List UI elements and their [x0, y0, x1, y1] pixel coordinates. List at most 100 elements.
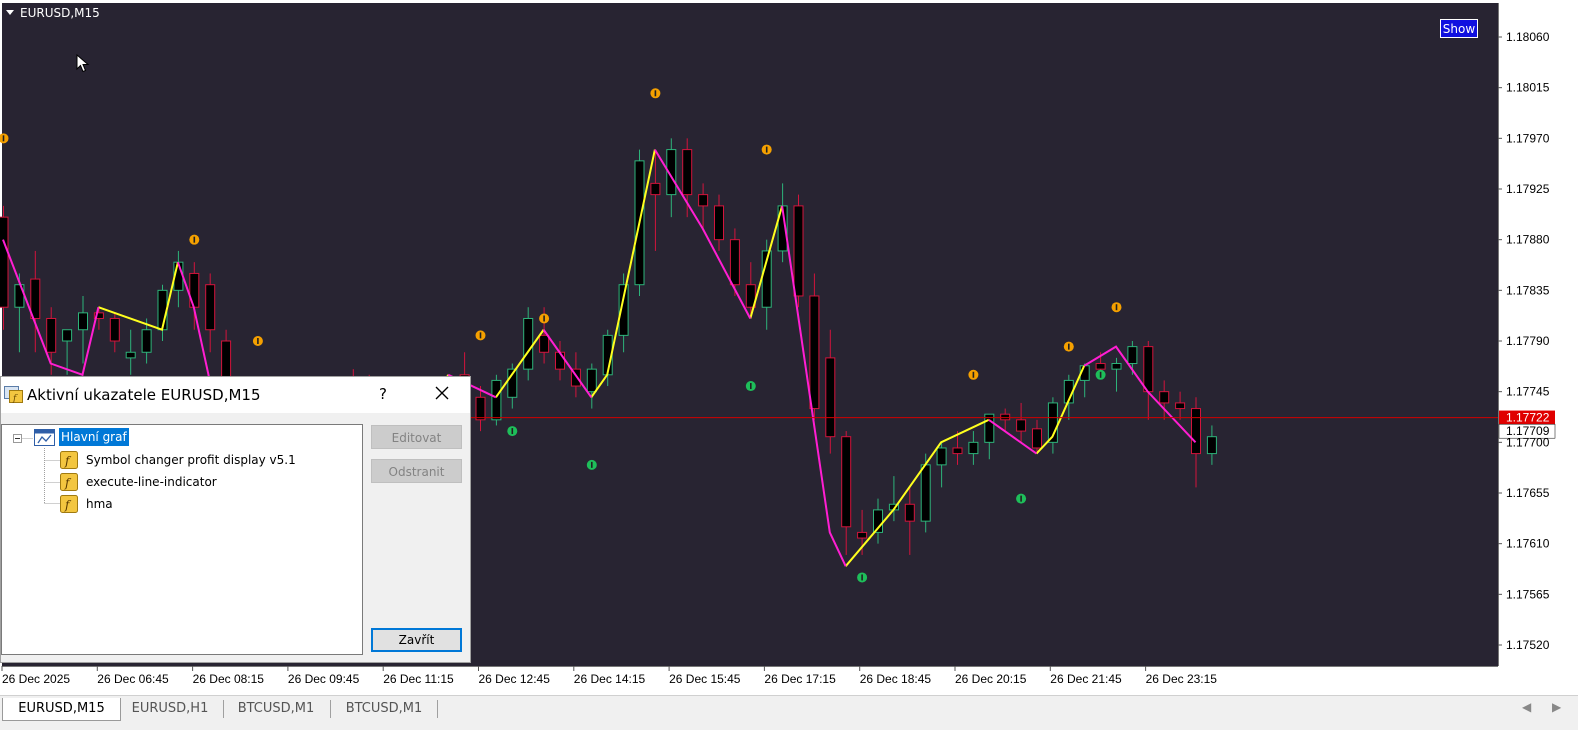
tree-item-symbol-changer[interactable]: Symbol changer profit display v5.1 — [86, 453, 296, 467]
candle-bear — [1159, 391, 1170, 404]
candle-bear — [539, 334, 550, 353]
time-axis-label: 26 Dec 09:45 — [288, 672, 360, 686]
candle-bull — [62, 329, 73, 342]
candle-bear — [1191, 408, 1201, 455]
time-axis-label: 26 Dec 14:15 — [574, 672, 646, 686]
candle-bull — [491, 379, 502, 421]
candle-bull — [920, 464, 931, 522]
candle-bear — [904, 503, 915, 522]
tree-item-execute-line[interactable]: execute-line-indicator — [86, 475, 217, 489]
price-axis-label: 1.17970 — [1506, 131, 1550, 145]
candle-bull — [523, 317, 534, 370]
candle-bear — [650, 182, 661, 196]
price-axis-label: 1.17880 — [1506, 233, 1550, 247]
price-axis-label: 1.18015 — [1506, 81, 1550, 95]
scroll-left-icon[interactable]: ◀ — [1522, 700, 1531, 714]
last-price-label: 1.17709 — [1506, 424, 1550, 438]
candle-bear — [1032, 428, 1042, 449]
tab-btcusd-m1[interactable]: BTCUSD,M1 — [226, 698, 326, 720]
indicator-function-icon: f — [60, 473, 78, 491]
show-button[interactable]: Show — [1440, 19, 1478, 38]
indicator-tree[interactable]: Hlavní graf f Symbol changer profit disp… — [1, 424, 363, 655]
candle-bull — [586, 368, 597, 393]
time-axis-label: 26 Dec 23:15 — [1146, 672, 1218, 686]
candle-bull — [968, 441, 979, 455]
tab-btcusd-m1-second[interactable]: BTCUSD,M1 — [334, 698, 434, 720]
close-icon[interactable] — [433, 383, 451, 403]
candle-bear — [698, 194, 709, 207]
tree-item-main-chart[interactable]: Hlavní graf — [59, 428, 129, 446]
candle-bear — [714, 205, 724, 241]
time-axis-label: 26 Dec 08:15 — [193, 672, 265, 686]
candle-bear — [1000, 413, 1011, 421]
price-axis-label: 1.17520 — [1506, 638, 1550, 652]
price-axis-label: 1.17565 — [1506, 587, 1550, 601]
candle-bear — [1016, 419, 1027, 432]
price-axis-label: 1.18060 — [1506, 30, 1550, 44]
tab-separator — [330, 700, 331, 718]
candle-bull — [78, 312, 88, 331]
time-axis-label: 26 Dec 06:45 — [97, 672, 169, 686]
candle-bear — [1143, 346, 1154, 393]
price-axis-label: 1.17925 — [1506, 182, 1550, 196]
candle-bull — [1111, 363, 1122, 370]
time-axis-label: 26 Dec 21:45 — [1050, 672, 1122, 686]
time-axis-label: 26 Dec 20:15 — [955, 672, 1027, 686]
tab-eurusd-h1[interactable]: EURUSD,H1 — [122, 698, 218, 720]
candle-bear — [793, 205, 804, 297]
remove-button[interactable]: Odstranit — [371, 459, 462, 483]
tree-item-hma[interactable]: hma — [86, 497, 113, 511]
candle-bull — [125, 351, 136, 359]
price-axis-label: 1.17835 — [1506, 283, 1550, 297]
price-axis-label: 1.17655 — [1506, 486, 1550, 500]
candle-bull — [1127, 346, 1138, 365]
help-button[interactable]: ? — [379, 385, 387, 403]
tab-eurusd-m15[interactable]: EURUSD,M15 — [2, 698, 121, 721]
price-axis-label: 1.17610 — [1506, 537, 1550, 551]
candle-bull — [984, 413, 995, 443]
time-axis-label: 26 Dec 2025 — [2, 672, 70, 686]
price-axis-label: 1.17790 — [1506, 334, 1550, 348]
candle-bear — [1095, 363, 1106, 370]
candle-bear — [109, 317, 120, 342]
candle-bear — [857, 531, 868, 539]
mouse-cursor-icon — [76, 54, 90, 73]
time-axis-label: 26 Dec 18:45 — [860, 672, 932, 686]
indicator-function-icon: f — [60, 495, 78, 513]
dialog-title: Aktivní ukazatele EURUSD,M15 — [27, 386, 261, 404]
candle-bear — [841, 436, 852, 528]
tab-separator — [223, 700, 224, 718]
candle-bear — [729, 239, 740, 286]
candle-bear — [809, 295, 820, 410]
candle-bear — [30, 278, 41, 319]
candle-bear — [0, 216, 9, 308]
candle-bear — [682, 149, 693, 196]
chart-menu-caret-icon[interactable] — [6, 10, 14, 15]
candle-bear — [555, 351, 565, 370]
candle-bull — [936, 447, 947, 466]
chart-symbol-label[interactable]: EURUSD,M15 — [20, 6, 100, 20]
time-axis-label: 26 Dec 15:45 — [669, 672, 741, 686]
time-axis-label: 26 Dec 17:15 — [764, 672, 836, 686]
candle-bear — [46, 317, 57, 353]
time-axis-label: 26 Dec 12:45 — [479, 672, 551, 686]
active-indicators-dialog: f Aktivní ukazatele EURUSD,M15 ? Hlavní … — [0, 376, 471, 663]
candle-bull — [1206, 436, 1217, 455]
indicator-function-icon: f — [60, 451, 78, 469]
time-axis-label: 26 Dec 11:15 — [383, 672, 454, 686]
candle-bear — [952, 447, 963, 455]
bid-price-label: 1.17722 — [1506, 411, 1550, 425]
scroll-right-icon[interactable]: ▶ — [1552, 700, 1561, 714]
edit-button[interactable]: Editovat — [371, 425, 462, 449]
chart-tab-bar: EURUSD,M15 EURUSD,H1 BTCUSD,M1 BTCUSD,M1… — [0, 695, 1578, 730]
main-chart-icon — [34, 429, 55, 446]
candle-bear — [475, 396, 486, 421]
candle-bear — [1175, 402, 1186, 410]
price-axis-label: 1.17745 — [1506, 385, 1550, 399]
candle-bull — [141, 329, 152, 353]
dialog-titlebar[interactable]: f Aktivní ukazatele EURUSD,M15 ? — [1, 377, 470, 413]
tab-separator — [437, 700, 438, 718]
candle-bear — [205, 284, 216, 331]
candle-bear — [825, 357, 836, 438]
close-button[interactable]: Zavřít — [371, 628, 462, 652]
